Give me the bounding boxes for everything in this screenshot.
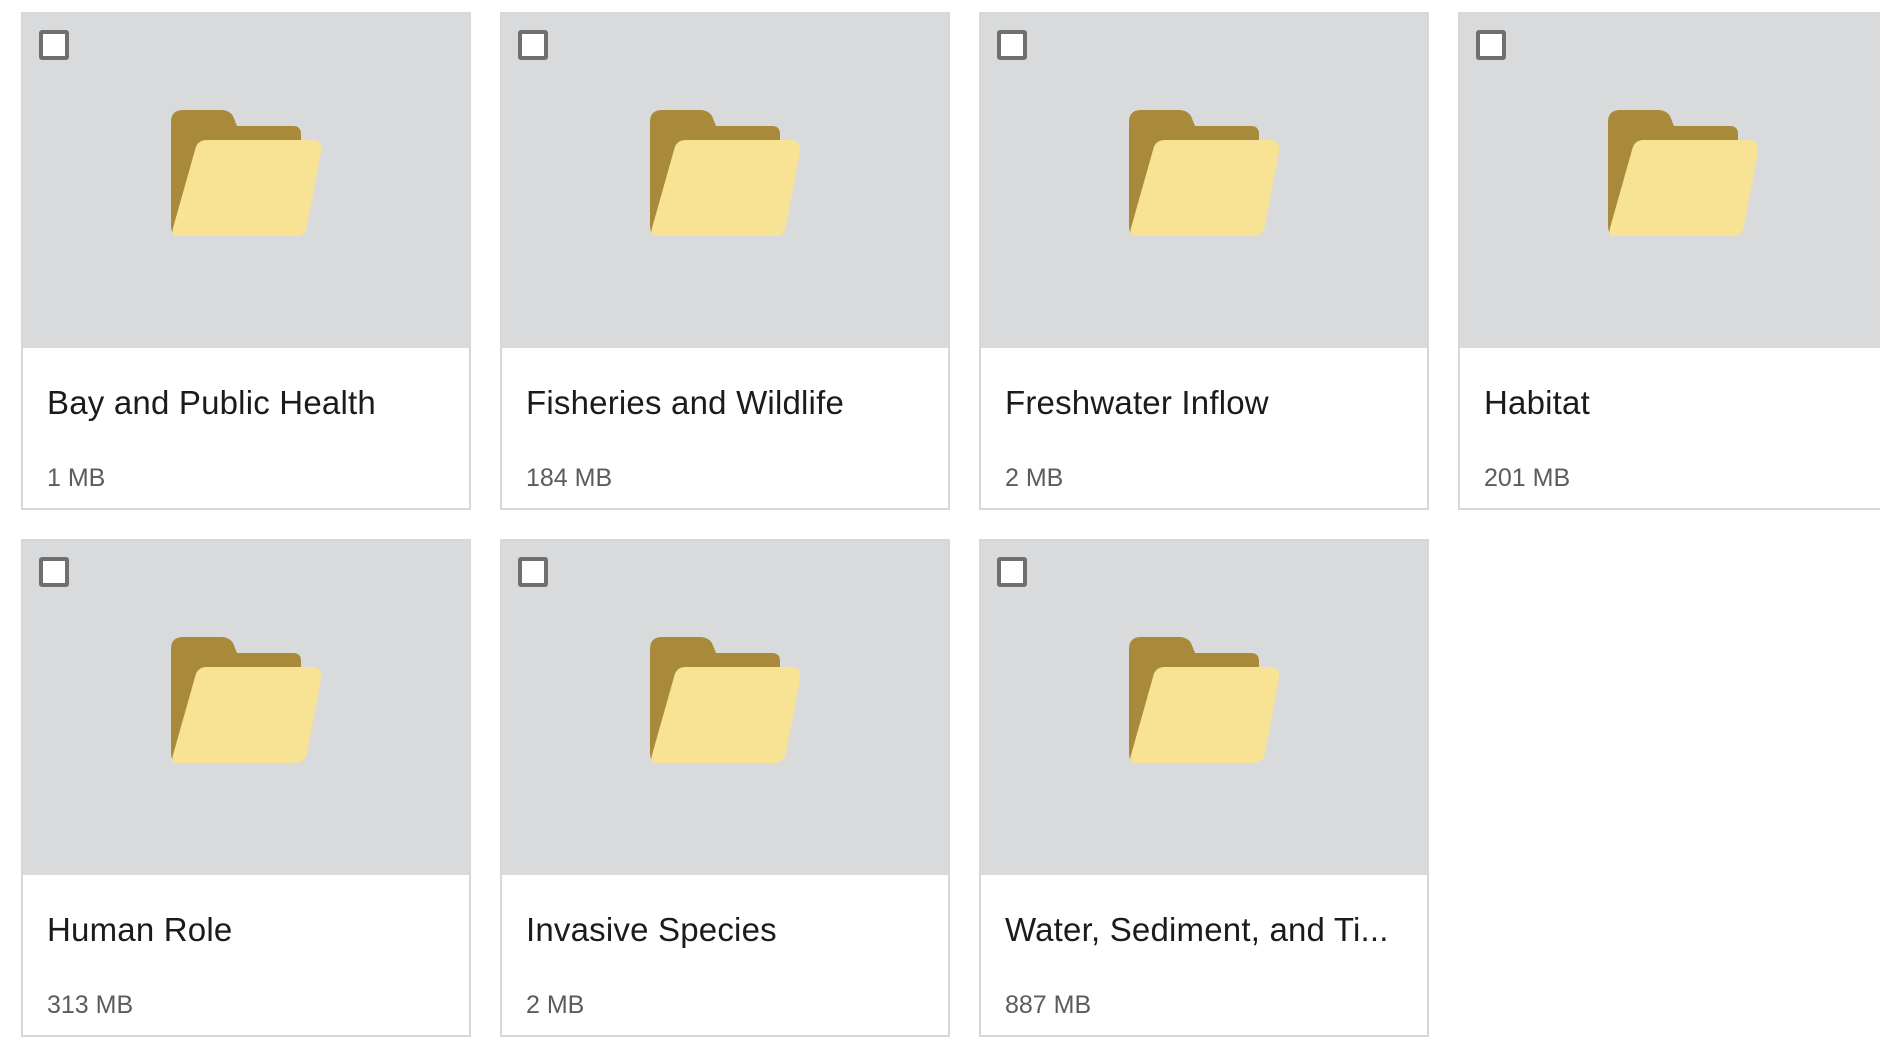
folder-name[interactable]: Freshwater Inflow <box>1005 384 1403 422</box>
folder-size: 2 MB <box>1005 464 1064 492</box>
folder-thumbnail[interactable] <box>502 541 948 875</box>
select-checkbox[interactable] <box>1476 30 1506 60</box>
folder-thumbnail[interactable] <box>981 14 1427 348</box>
folder-size: 184 MB <box>526 464 613 492</box>
folder-info: Human Role 313 MB <box>23 875 469 1035</box>
folder-info: Water, Sediment, and Ti... 887 MB <box>981 875 1427 1035</box>
folder-card[interactable]: Invasive Species 2 MB <box>500 539 950 1037</box>
folder-icon <box>650 637 800 765</box>
select-checkbox[interactable] <box>39 557 69 587</box>
folder-card[interactable]: Freshwater Inflow 2 MB <box>979 12 1429 510</box>
folder-card[interactable]: Human Role 313 MB <box>21 539 471 1037</box>
folder-name[interactable]: Fisheries and Wildlife <box>526 384 924 422</box>
folder-icon <box>1129 637 1279 765</box>
folder-name[interactable]: Bay and Public Health <box>47 384 445 422</box>
folder-name[interactable]: Water, Sediment, and Ti... <box>1005 911 1403 949</box>
select-checkbox[interactable] <box>39 30 69 60</box>
folder-name[interactable]: Human Role <box>47 911 445 949</box>
folder-grid: Bay and Public Health 1 MB Fisheries and… <box>21 12 1880 1037</box>
folder-info: Bay and Public Health 1 MB <box>23 348 469 508</box>
folder-icon <box>1608 110 1758 238</box>
select-checkbox[interactable] <box>518 557 548 587</box>
folder-size: 313 MB <box>47 991 134 1019</box>
folder-thumbnail[interactable] <box>23 541 469 875</box>
folder-card[interactable]: Habitat 201 MB <box>1458 12 1880 510</box>
folder-thumbnail[interactable] <box>502 14 948 348</box>
folder-info: Invasive Species 2 MB <box>502 875 948 1035</box>
folder-name[interactable]: Habitat <box>1484 384 1880 422</box>
folder-icon <box>171 637 321 765</box>
folder-size: 2 MB <box>526 991 585 1019</box>
folder-size: 1 MB <box>47 464 106 492</box>
select-checkbox[interactable] <box>518 30 548 60</box>
folder-card[interactable]: Fisheries and Wildlife 184 MB <box>500 12 950 510</box>
folder-thumbnail[interactable] <box>1460 14 1880 348</box>
folder-info: Freshwater Inflow 2 MB <box>981 348 1427 508</box>
folder-icon <box>171 110 321 238</box>
folder-thumbnail[interactable] <box>981 541 1427 875</box>
folder-card[interactable]: Bay and Public Health 1 MB <box>21 12 471 510</box>
folder-info: Fisheries and Wildlife 184 MB <box>502 348 948 508</box>
select-checkbox[interactable] <box>997 30 1027 60</box>
folder-size: 887 MB <box>1005 991 1092 1019</box>
folder-icon <box>650 110 800 238</box>
folder-thumbnail[interactable] <box>23 14 469 348</box>
folder-size: 201 MB <box>1484 464 1571 492</box>
folder-info: Habitat 201 MB <box>1460 348 1880 508</box>
folder-icon <box>1129 110 1279 238</box>
folder-name[interactable]: Invasive Species <box>526 911 924 949</box>
folder-card[interactable]: Water, Sediment, and Ti... 887 MB <box>979 539 1429 1037</box>
select-checkbox[interactable] <box>997 557 1027 587</box>
